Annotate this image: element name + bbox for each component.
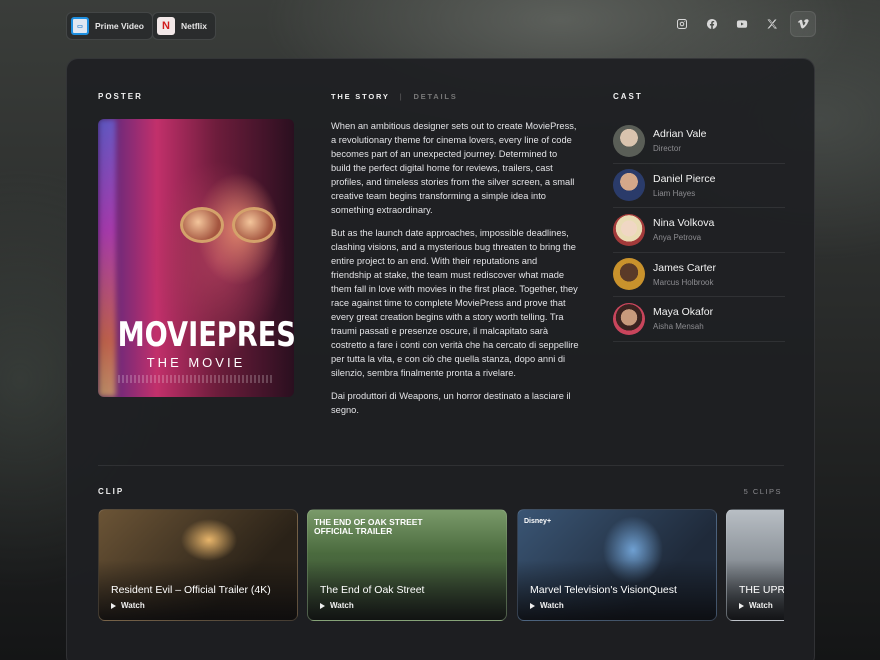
avatar bbox=[613, 302, 645, 335]
cast-role: Aisha Mensah bbox=[653, 322, 704, 332]
cast-name: Maya Okafor bbox=[653, 306, 714, 319]
cast-role: Marcus Holbrook bbox=[653, 277, 714, 287]
cast-role: Anya Petrova bbox=[653, 233, 702, 243]
cast-role: Director bbox=[653, 144, 682, 154]
instagram-icon[interactable] bbox=[670, 12, 694, 36]
cast-name: James Carter bbox=[653, 261, 717, 274]
cast-name: Adrian Vale bbox=[653, 128, 707, 141]
provider-label: Netflix bbox=[181, 21, 207, 31]
clip-card[interactable]: THE UPRISING Watch bbox=[726, 509, 784, 621]
movie-card: POSTER MOVIEPRESS THE MOVIE THE STORY | … bbox=[66, 58, 815, 660]
avatar bbox=[613, 124, 645, 157]
clip-title: Resident Evil – Official Trailer (4K) bbox=[111, 584, 271, 596]
vimeo-icon[interactable] bbox=[790, 11, 816, 37]
poster-sunglasses bbox=[180, 207, 280, 243]
watch-label: Watch bbox=[540, 601, 564, 610]
clip-card[interactable]: Disney+ Marvel Television's VisionQuest … bbox=[517, 509, 717, 621]
cast-member[interactable]: Nina Volkova Anya Petrova bbox=[613, 208, 785, 253]
cast-heading: CAST bbox=[613, 92, 643, 101]
disney-plus-icon: Disney+ bbox=[524, 518, 552, 525]
prime-video-icon: ▭ bbox=[71, 17, 89, 35]
poster-subtitle: THE MOVIE bbox=[146, 355, 246, 370]
provider-prime-video[interactable]: ▭ Prime Video bbox=[66, 12, 153, 40]
watch-button[interactable]: Watch bbox=[739, 601, 773, 610]
cast-list: Adrian Vale Director Daniel Pierce Liam … bbox=[613, 119, 785, 342]
watch-label: Watch bbox=[330, 601, 354, 610]
cast-name: Daniel Pierce bbox=[653, 172, 716, 185]
cast-member[interactable]: James Carter Marcus Holbrook bbox=[613, 253, 785, 297]
avatar bbox=[613, 213, 645, 246]
poster-title: MOVIEPRESS bbox=[117, 315, 294, 355]
facebook-icon[interactable] bbox=[700, 12, 724, 36]
watch-button[interactable]: Watch bbox=[111, 601, 145, 610]
youtube-icon[interactable] bbox=[730, 12, 754, 36]
avatar bbox=[613, 169, 645, 202]
tab-separator: | bbox=[399, 92, 404, 101]
story-paragraph: Dai produttori di Weapons, un horror des… bbox=[331, 391, 571, 415]
cast-role: Liam Hayes bbox=[653, 188, 696, 198]
section-divider bbox=[98, 465, 784, 466]
play-icon bbox=[111, 602, 116, 609]
cast-name: Nina Volkova bbox=[653, 217, 715, 230]
cast-member[interactable]: Adrian Vale Director bbox=[613, 119, 785, 164]
netflix-icon: N bbox=[157, 17, 175, 35]
watch-button[interactable]: Watch bbox=[320, 601, 354, 610]
clip-overlay-text: THE END OF OAK STREET OFFICIAL TRAILER bbox=[314, 517, 423, 536]
clips-heading: CLIP bbox=[98, 487, 125, 496]
social-links bbox=[670, 11, 816, 37]
poster-image[interactable]: MOVIEPRESS THE MOVIE bbox=[98, 119, 294, 397]
top-bar: ▭ Prime Video N Netflix bbox=[0, 0, 880, 52]
avatar bbox=[613, 258, 645, 291]
tab-details[interactable]: DETAILS bbox=[413, 92, 457, 101]
story-tabs: THE STORY | DETAILS bbox=[331, 92, 458, 101]
play-icon bbox=[320, 602, 325, 609]
story-paragraph: But as the launch date approaches, impos… bbox=[331, 228, 579, 378]
cast-member[interactable]: Maya Okafor Aisha Mensah bbox=[613, 297, 785, 342]
clip-card[interactable]: Resident Evil – Official Trailer (4K) Wa… bbox=[98, 509, 298, 621]
poster-credits-block bbox=[118, 375, 274, 383]
story-text: When an ambitious designer sets out to c… bbox=[331, 119, 579, 426]
watch-label: Watch bbox=[749, 601, 773, 610]
provider-netflix[interactable]: N Netflix bbox=[152, 12, 216, 40]
watch-button[interactable]: Watch bbox=[530, 601, 564, 610]
tab-the-story[interactable]: THE STORY bbox=[331, 92, 390, 101]
clips-carousel[interactable]: Resident Evil – Official Trailer (4K) Wa… bbox=[98, 509, 784, 621]
clip-card[interactable]: THE END OF OAK STREET OFFICIAL TRAILER T… bbox=[307, 509, 507, 621]
clip-title: THE UPRISING bbox=[739, 584, 784, 596]
cast-member[interactable]: Daniel Pierce Liam Hayes bbox=[613, 164, 785, 208]
story-paragraph: When an ambitious designer sets out to c… bbox=[331, 121, 577, 215]
play-icon bbox=[530, 602, 535, 609]
provider-label: Prime Video bbox=[95, 21, 144, 31]
clips-count: 5 CLIPS bbox=[743, 487, 782, 496]
watch-label: Watch bbox=[121, 601, 145, 610]
x-icon[interactable] bbox=[760, 12, 784, 36]
play-icon bbox=[739, 602, 744, 609]
clip-title: Marvel Television's VisionQuest bbox=[530, 584, 677, 596]
poster-heading: POSTER bbox=[98, 92, 143, 101]
clip-title: The End of Oak Street bbox=[320, 584, 425, 596]
